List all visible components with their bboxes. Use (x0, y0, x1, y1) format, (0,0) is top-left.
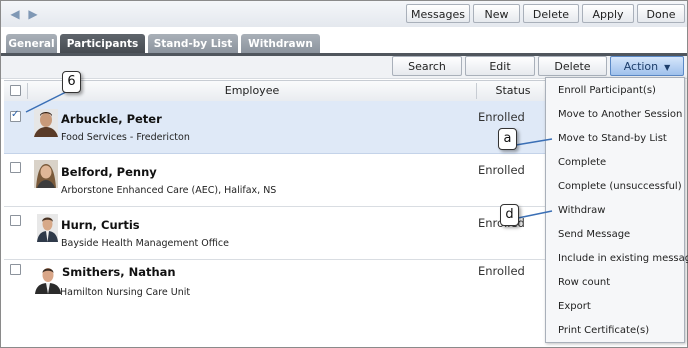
top-toolbar: ◀ ▶ Messages New Delete Apply Done (1, 1, 687, 28)
delete-button[interactable]: Delete (538, 56, 607, 76)
employee-org: Food Services - Fredericton (61, 132, 190, 143)
row-checkbox[interactable] (10, 162, 21, 173)
new-button[interactable]: New (473, 4, 520, 23)
chevron-right-icon[interactable]: ▶ (25, 6, 41, 22)
select-all-checkbox[interactable] (10, 85, 21, 96)
avatar (34, 160, 58, 188)
employee-column-header[interactable]: Employee (28, 81, 476, 101)
callout-d: d (500, 204, 519, 226)
tab-withdrawn[interactable]: Withdrawn (0) (241, 34, 320, 70)
menu-item-move-to-stand-by-list[interactable]: Move to Stand-by List (558, 133, 667, 144)
action-label: Action (623, 60, 659, 73)
employee-name[interactable]: Hurn, Curtis (61, 218, 140, 232)
messages-button[interactable]: Messages (406, 4, 470, 23)
done-button[interactable]: Done (637, 4, 685, 23)
tab-stand-by-list[interactable]: Stand-by List (2) (148, 34, 238, 70)
menu-item-complete-unsuccessful[interactable]: Complete (unsuccessful) (558, 181, 682, 192)
employee-name[interactable]: Smithers, Nathan (62, 265, 176, 279)
employee-org: Arborstone Enhanced Care (AEC), Halifax,… (61, 185, 277, 196)
search-button[interactable]: Search (392, 56, 462, 76)
employee-name[interactable]: Arbuckle, Peter (61, 112, 162, 126)
avatar (34, 109, 58, 137)
edit-button[interactable]: Edit (465, 56, 535, 76)
avatar (37, 214, 58, 242)
tab-participants[interactable]: Participants (4) (60, 34, 145, 70)
chevron-left-icon[interactable]: ◀ (7, 6, 23, 22)
delete-toolbar-button[interactable]: Delete (523, 4, 579, 23)
avatar (33, 264, 63, 294)
menu-item-print-certificates[interactable]: Print Certificate(s) (558, 325, 649, 336)
employee-status: Enrolled (478, 264, 525, 278)
row-checkbox[interactable] (10, 264, 21, 275)
row-checkbox[interactable] (10, 109, 21, 122)
employee-org: Hamilton Nursing Care Unit (60, 287, 191, 298)
actions-bar: Search Edit Delete Action ▼ (1, 56, 687, 79)
action-dropdown-button[interactable]: Action ▼ (610, 56, 684, 76)
apply-button[interactable]: Apply (582, 4, 634, 23)
employee-org: Bayside Health Management Office (61, 238, 229, 249)
menu-item-row-count[interactable]: Row count (558, 277, 610, 288)
menu-item-export[interactable]: Export (558, 301, 591, 312)
menu-item-include-in-existing-messages[interactable]: Include in existing messages (558, 253, 688, 264)
menu-item-complete[interactable]: Complete (558, 157, 606, 168)
menu-item-move-to-another-session[interactable]: Move to Another Session (558, 109, 682, 120)
callout-a: a (498, 128, 517, 150)
action-menu: Enroll Participant(s) Move to Another Se… (545, 77, 688, 343)
tabs-bar: General Participants (4) Stand-by List (… (1, 27, 687, 70)
menu-item-withdraw[interactable]: Withdraw (558, 205, 605, 216)
tab-general[interactable]: General (6, 34, 57, 54)
employee-name[interactable]: Belford, Penny (61, 165, 157, 179)
employee-status: Enrolled (478, 110, 525, 124)
callout-6: 6 (62, 71, 81, 93)
employee-status: Enrolled (478, 163, 525, 177)
menu-item-enroll-participants[interactable]: Enroll Participant(s) (558, 85, 656, 96)
status-column-header[interactable]: Status (477, 81, 549, 101)
menu-item-send-message[interactable]: Send Message (558, 229, 630, 240)
row-checkbox[interactable] (10, 215, 21, 226)
caret-down-icon: ▼ (664, 63, 671, 72)
